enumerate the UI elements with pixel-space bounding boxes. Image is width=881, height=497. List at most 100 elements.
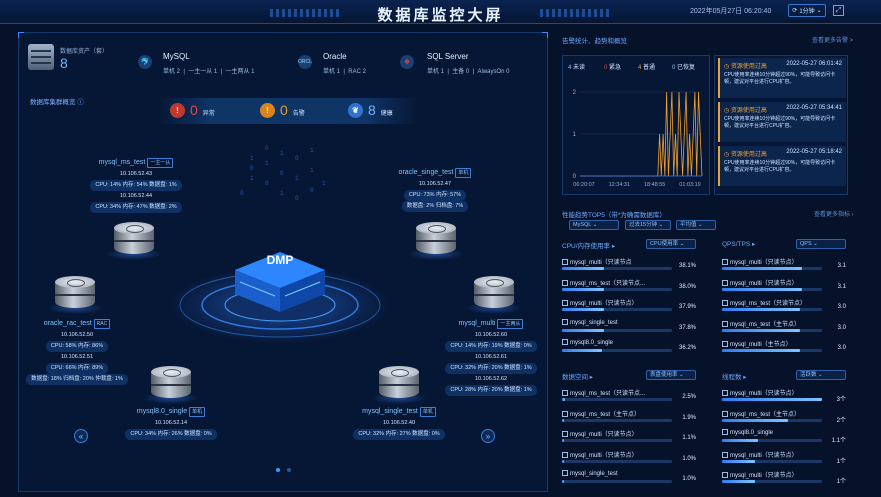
status-warning[interactable]: ! 0 告警 (260, 102, 305, 118)
perf-row-name[interactable]: mysql_ms_test（主节点） (722, 409, 800, 418)
svg-text:1: 1 (265, 160, 269, 167)
cluster-node-oracle-rac-test[interactable]: oracle_rac_test RAC 10.106.52.50 CPU: 58%… (22, 318, 132, 385)
node-metrics: CPU: 34% 内存: 26% 数据盘: 0% (125, 429, 217, 440)
cluster-node-mysql-multi[interactable]: mysql_multi 一主两从 10.106.52.60 CPU: 14% 内存… (436, 318, 546, 396)
perf-row-bar (722, 439, 822, 442)
cluster-node-oracle-singe-test[interactable]: oracle_singe_test 单机 10.106.52.47 CPU: 73… (380, 167, 490, 212)
node-tag: 单机 (455, 168, 472, 178)
status-abnormal[interactable]: ! 0 异常 (170, 102, 215, 118)
database-small-icon (722, 472, 728, 478)
top-bar: 数据库监控大屏 2022年05月27日 06:20:40 ⟳ 1分钟 ⌄ ⤢ (0, 0, 881, 24)
perf-row-name[interactable]: mysql_single_test (562, 318, 618, 326)
db-type-name: SQL Server (427, 52, 469, 61)
mysql-icon: 🐬 (138, 55, 152, 69)
info-icon[interactable]: ⓘ (77, 99, 84, 106)
db-type-name: Oracle (323, 52, 347, 61)
asset-count: 8 (60, 55, 68, 71)
perf-row-name[interactable]: mysql_multi（只读节点） (722, 257, 798, 266)
perf-row-name[interactable]: mysql_ms_test（只读节点... (562, 278, 645, 287)
alert-legend-normal[interactable]: 4 普通 (638, 62, 655, 71)
db-type-sqlserver[interactable]: SQL Server 单机 1 | 主备 0 | AlwaysOn 0 (427, 52, 510, 75)
cluster-node-mysql-ms-test[interactable]: mysql_ms_test 一主一从 10.106.52.43 CPU: 14% … (86, 157, 186, 213)
database-small-icon (722, 279, 728, 286)
aggregation-filter[interactable]: 平均值 ⌄ (676, 220, 716, 230)
database-small-icon (722, 451, 728, 458)
alert-legend-recovered[interactable]: 0 已恢复 (672, 62, 695, 71)
alert-trend-chart: 0 1 2 06:20:07 12:34:31 18:48:55 01:03:19 (573, 90, 703, 188)
perf-row-value: 38.1% (678, 263, 696, 269)
status-label: 告警 (292, 110, 305, 117)
cluster-node-mysql8-single[interactable]: mysql8.0_single 单机 10.106.52.14 CPU: 34% … (116, 406, 226, 440)
perf-row-value: 1.1个 (831, 438, 846, 444)
more-metrics-link[interactable]: 查看更多指标 › (814, 209, 854, 218)
perf-row-name[interactable]: mysql_ms_test（主节点） (722, 319, 800, 328)
pager-dot-active[interactable] (276, 468, 280, 472)
alert-title: ◷ 资源使用过高 (724, 108, 767, 114)
perf-row-name[interactable]: mysql_multi（只读节点 (562, 257, 632, 266)
panel-corner (542, 32, 548, 38)
node-name: mysql8.0_single (136, 408, 188, 415)
alert-item[interactable]: ◷ 资源使用过高 2022-05-27 05:34:41 CPU使用率连续10分钟… (718, 102, 846, 142)
node-metrics: CPU: 14% 内存: 54% 数据盘: 1% (90, 180, 182, 191)
pager-dot[interactable] (287, 468, 291, 472)
node-tag: 单机 (189, 407, 206, 417)
time-range-filter[interactable]: 过去15分钟 ⌄ (625, 220, 671, 230)
perf-row-bar-fill (562, 349, 602, 352)
alert-item[interactable]: ◷ 资源使用过高 2022-05-27 06:01:42 CPU使用率连续10分钟… (718, 58, 846, 98)
more-alerts-link[interactable]: 查看更多告警 > (812, 35, 853, 44)
perf-row-name[interactable]: mysql_single_test (562, 470, 618, 477)
database-icon (143, 366, 199, 404)
alert-legend-urgent[interactable]: 0 紧急 (604, 62, 621, 71)
perf-row-name[interactable]: mysql_ms_test（只读节点... (562, 388, 645, 397)
perf-row-value: 36.2% (678, 345, 696, 351)
perf-metric-select[interactable]: 活跃数 ⌄ (796, 370, 846, 380)
perf-row-bar-fill (562, 267, 604, 270)
alert-time: 2022-05-27 05:34:41 (786, 105, 842, 111)
perf-metric-select[interactable]: 表盘使用率 ⌄ (646, 370, 696, 380)
node-ip: 10.106.52.43 (119, 171, 153, 177)
svg-text:0: 0 (265, 145, 269, 152)
svg-text:0: 0 (240, 190, 244, 197)
status-healthy[interactable]: ❦ 8 健康 (348, 102, 393, 118)
perf-row-name[interactable]: mysql_multi（只读节点） (562, 298, 638, 307)
alert-legend-unread[interactable]: 4 未读 (568, 62, 585, 71)
perf-row-name[interactable]: mysql_multi（主节点） (722, 339, 792, 348)
perf-row-name[interactable]: mysql_ms_test（主节点） (562, 409, 640, 418)
perf-row-name[interactable]: mysql_multi（只读节点） (722, 470, 798, 479)
node-name: mysql_ms_test (98, 159, 146, 166)
alert-item[interactable]: ◷ 资源使用过高 2022-05-27 05:18:42 CPU使用率连续10分钟… (718, 146, 846, 186)
node-ip: 10.106.52.44 (119, 193, 153, 199)
perf-row-name[interactable]: mysql8.0_single (722, 429, 773, 436)
node-metrics: 数据盘: 2% 归档盘: 7% (401, 201, 469, 212)
clock-icon: ◷ (724, 64, 730, 70)
perf-row-name[interactable]: mysql8.0_single (562, 339, 613, 346)
asset-label: 数据库资产（套） (60, 49, 109, 55)
perf-row-name[interactable]: mysql_multi（只读节点） (722, 388, 798, 397)
perf-row-name[interactable]: mysql_multi（只读节点） (722, 278, 798, 287)
perf-row-name[interactable]: mysql_multi（只读节点） (562, 429, 638, 438)
node-ip: 10.106.52.50 (60, 332, 94, 338)
db-type-oracle[interactable]: Oracle 单机 1 | RAC 2 (323, 52, 366, 75)
perf-metric-select[interactable]: QPS ⌄ (796, 239, 846, 249)
x-tick-label: 18:48:55 (644, 182, 665, 188)
perf-row-bar-fill (722, 267, 802, 270)
perf-row-name[interactable]: mysql_multi（只读节点） (722, 450, 798, 459)
svg-text:1: 1 (310, 147, 314, 154)
perf-row-name[interactable]: mysql_ms_test（只读节点） (722, 298, 806, 307)
fullscreen-icon[interactable]: ⤢ (833, 5, 844, 16)
sqlserver-icon: ❖ (400, 55, 414, 69)
prev-page-button[interactable]: « (74, 429, 88, 443)
cluster-node-mysql-single-test[interactable]: mysql_single_test 单机 10.106.52.40 CPU: 32… (344, 406, 454, 440)
dmp-label: DMP (267, 253, 294, 267)
perf-metric-select[interactable]: CPU使用率 ⌄ (646, 239, 696, 249)
perf-row-name[interactable]: mysql_multi（只读节点） (562, 450, 638, 459)
db-type-stat: 单机 1 (427, 69, 445, 75)
refresh-interval-select[interactable]: ⟳ 1分钟 ⌄ (788, 4, 826, 17)
status-count: 0 (280, 102, 288, 118)
y-tick-label: 1 (573, 132, 577, 138)
perf-row-value: 38.0% (678, 283, 696, 290)
alert-body: CPU使用率连续10分钟超过90%，可能导致访问卡顿，建议对平台进行CPU扩容。 (724, 160, 836, 173)
db-type-mysql[interactable]: MySQL 单机 2 | 一主一从 1 | 一主两从 1 (163, 52, 255, 75)
db-type-filter[interactable]: MySQL ⌄ (569, 220, 619, 230)
next-page-button[interactable]: » (481, 429, 495, 443)
